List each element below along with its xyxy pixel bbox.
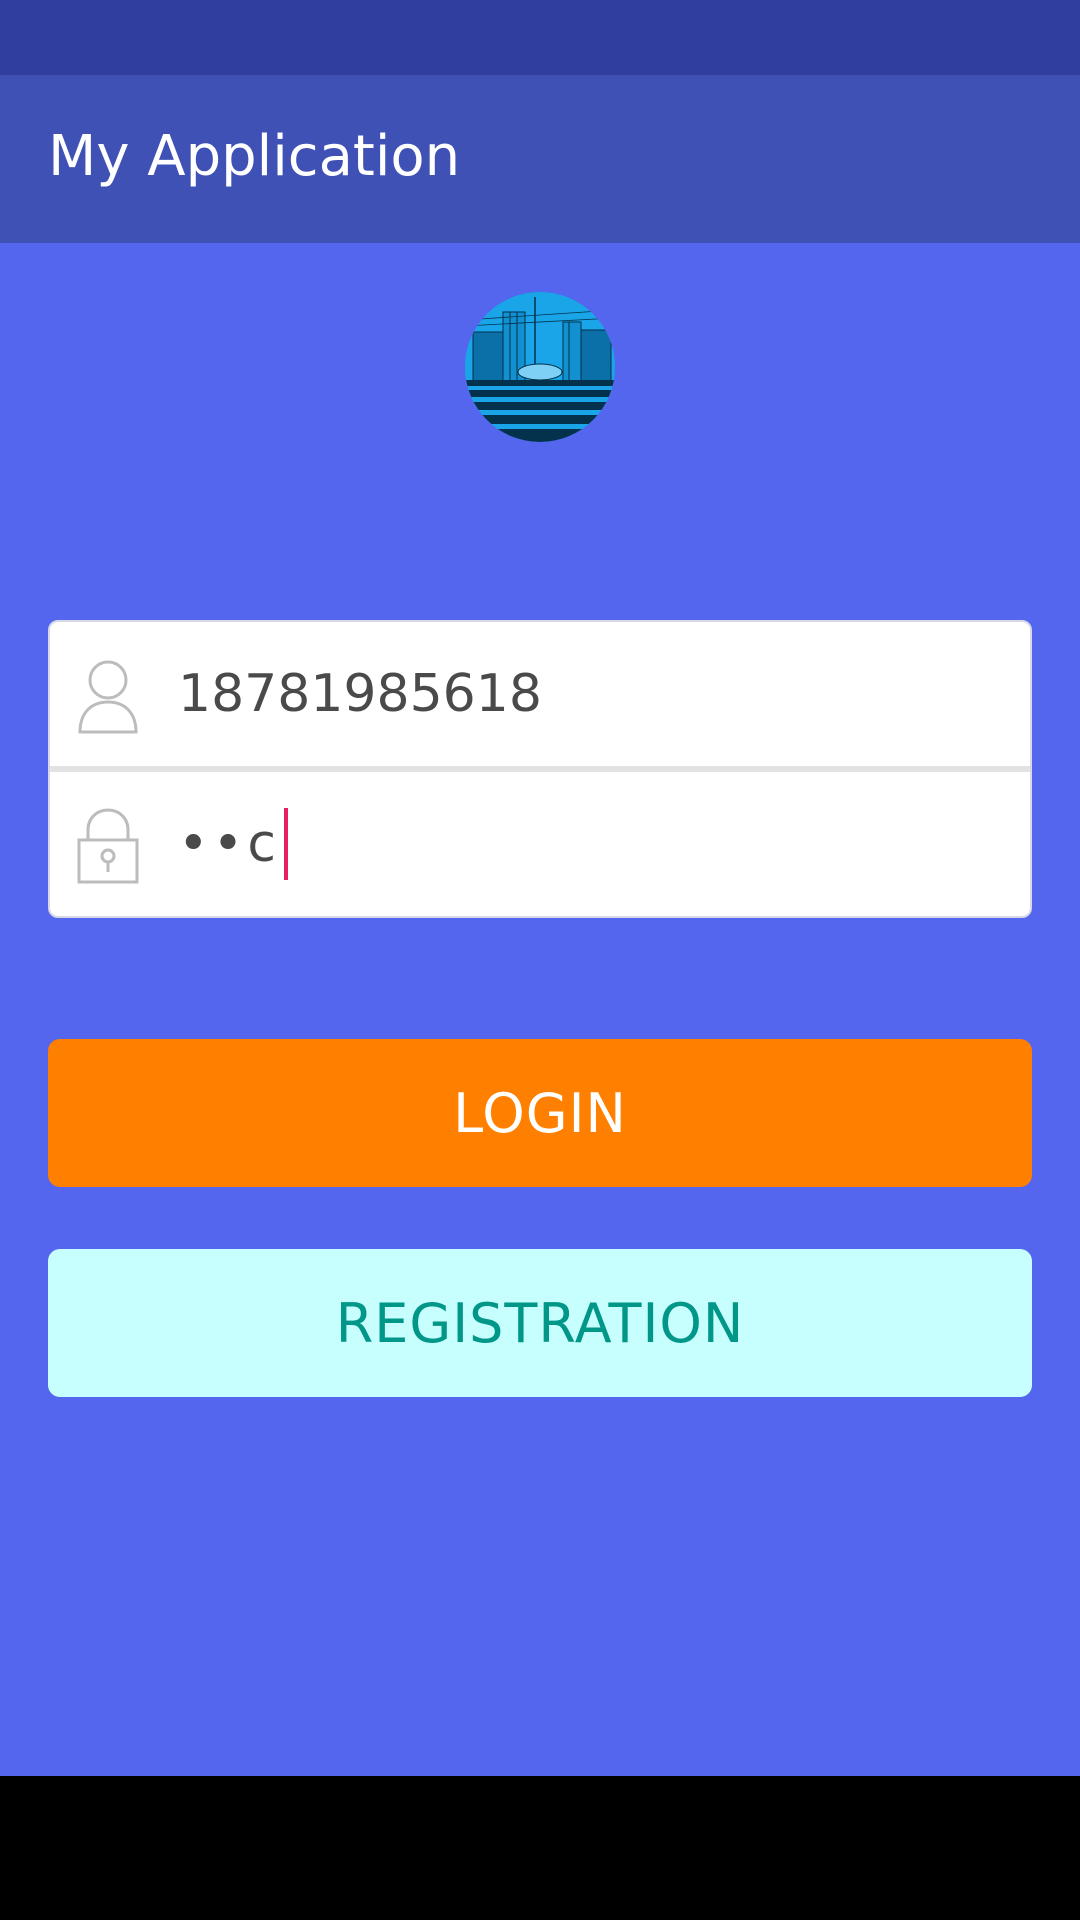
password-field[interactable]: ••c — [168, 802, 1008, 886]
app-bar: My Application — [0, 75, 1080, 243]
username-value: 18781985618 — [178, 664, 542, 724]
status-bar — [0, 0, 1080, 75]
navigation-bar — [0, 1776, 1080, 1920]
password-masked-value: ••c — [178, 814, 280, 874]
app-title: My Application — [48, 124, 461, 189]
person-icon — [78, 660, 138, 734]
login-form: 18781985618 ••c — [48, 620, 1032, 918]
registration-button[interactable]: REGISTRATION — [48, 1249, 1032, 1397]
avatar-image — [465, 292, 615, 442]
password-row: ••c — [50, 772, 1030, 916]
login-button[interactable]: LOGIN — [48, 1039, 1032, 1187]
username-field[interactable]: 18781985618 — [168, 652, 1008, 736]
lock-icon — [77, 808, 139, 884]
avatar — [465, 292, 615, 442]
text-cursor — [283, 808, 288, 880]
username-row: 18781985618 — [50, 622, 1030, 766]
login-screen: My Application 18781985618 ••c LOGIN REG… — [0, 0, 1080, 1920]
